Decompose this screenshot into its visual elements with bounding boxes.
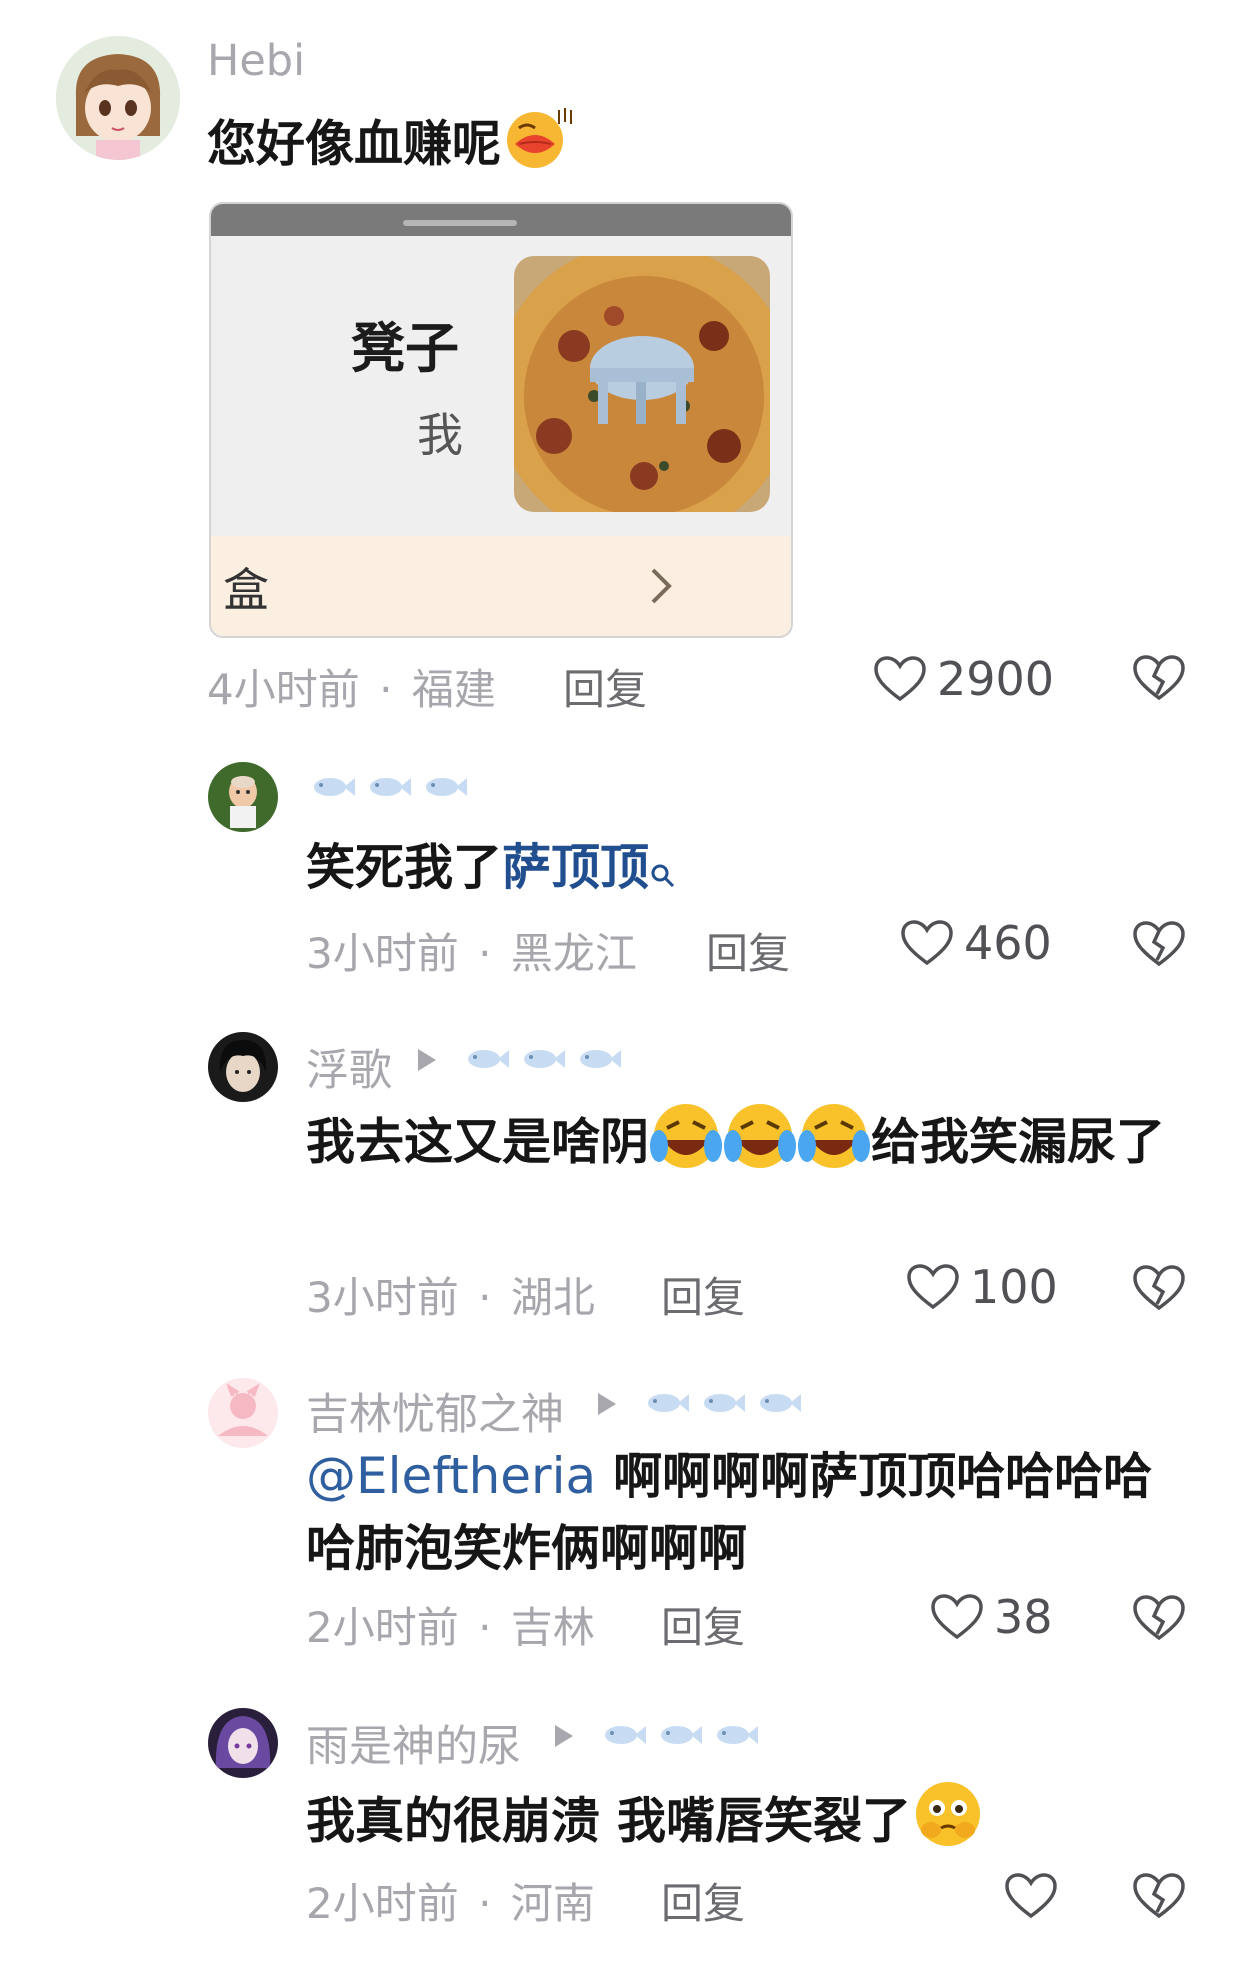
comment-meta: 2小时前 · 河南 (306, 1870, 595, 1931)
comment-meta: 4小时前 · 福建 (207, 656, 496, 717)
reply-button[interactable]: 回复 (661, 1264, 745, 1325)
username[interactable]: 吉林忧郁之神 (306, 1380, 564, 1442)
laughing-crying-emoji-icon (797, 1100, 871, 1190)
comment-meta: 3小时前 · 黑龙江 (306, 920, 637, 981)
fish-icon (717, 1726, 758, 1744)
comment-meta: 3小时前 · 湖北 (306, 1264, 595, 1325)
play-triangle-icon (555, 1725, 573, 1747)
username[interactable]: Hebi (207, 36, 305, 86)
avatar[interactable] (208, 1708, 278, 1778)
heart-icon (874, 656, 926, 701)
like-count: 460 (964, 916, 1052, 970)
fish-icon (704, 1394, 745, 1412)
comment-meta: 2小时前 · 吉林 (306, 1594, 595, 1655)
comment-text-content: 我真的很崩溃 我嘴唇笑裂了 (306, 1792, 912, 1850)
fish-icon (314, 778, 355, 796)
timestamp: 3小时前 (306, 1273, 459, 1322)
comment-text-content: 给我笑漏尿了 (871, 1113, 1166, 1171)
image-subtitle: 我 (417, 408, 463, 462)
heart-icon (901, 920, 953, 965)
reply-button[interactable]: 回复 (706, 920, 790, 981)
separator: · (478, 1273, 492, 1322)
location: 河南 (510, 1879, 595, 1928)
fish-icon (370, 778, 411, 796)
broken-heart-icon[interactable] (1132, 654, 1185, 704)
like-button[interactable]: 460 (900, 916, 1052, 970)
comment-text: @Eleftheria 啊啊啊啊萨顶顶哈哈哈哈哈肺泡笑炸俩啊啊啊 (306, 1440, 1186, 1585)
location: 湖北 (510, 1273, 595, 1322)
heart-icon (1005, 1873, 1057, 1918)
chevron-right-icon (647, 564, 677, 612)
fan-badge (597, 1720, 759, 1750)
fish-icon (605, 1726, 646, 1744)
fish-icon (580, 1050, 621, 1068)
like-count: 38 (994, 1590, 1053, 1644)
location: 吉林 (510, 1603, 595, 1652)
fish-icon (524, 1050, 565, 1068)
username[interactable]: 浮歌 (306, 1036, 392, 1098)
timestamp: 2小时前 (306, 1603, 459, 1652)
holding-back-tears-emoji-icon (911, 1778, 985, 1870)
avatar[interactable] (56, 36, 180, 160)
avatar[interactable] (208, 1378, 278, 1448)
comment-text-content: 我去这又是啥阴 (306, 1113, 650, 1171)
avatar[interactable] (208, 1032, 278, 1102)
comment-text: 您好像血赚呢 (207, 104, 1107, 190)
separator: · (478, 1603, 492, 1652)
comment-text-content: 笑死我了 (306, 839, 503, 896)
broken-heart-icon[interactable] (1132, 1594, 1185, 1644)
image-title: 凳子 (351, 317, 459, 380)
pizza-picture (514, 256, 770, 512)
comment-text: 我去这又是啥阴 给我笑漏尿了 (306, 1100, 1186, 1190)
kiss-emoji-icon (501, 104, 575, 190)
laughing-crying-emoji-icon (649, 1100, 723, 1190)
like-button[interactable]: 38 (930, 1590, 1053, 1644)
username[interactable]: 雨是神的尿 (306, 1712, 521, 1774)
broken-heart-icon[interactable] (1132, 1264, 1185, 1314)
broken-heart-icon[interactable] (1132, 920, 1185, 970)
comment-text-content: 您好像血赚呢 (207, 115, 502, 173)
fish-icon (760, 1394, 801, 1412)
mention-link[interactable]: @Eleftheria (306, 1447, 596, 1505)
fish-icon (468, 1050, 509, 1068)
separator: · (379, 665, 393, 714)
attached-image[interactable]: 凳子 我 盒 (209, 202, 793, 638)
location: 黑龙江 (510, 929, 637, 978)
like-count: 2900 (937, 652, 1055, 706)
play-triangle-icon (598, 1393, 616, 1415)
reply-button[interactable]: 回复 (661, 1594, 745, 1655)
comment-text: 我真的很崩溃 我嘴唇笑裂了 (306, 1778, 1206, 1870)
heart-icon (931, 1594, 983, 1639)
like-button[interactable]: 2900 (873, 652, 1054, 706)
image-bottom-text: 盒 (223, 563, 269, 617)
separator: · (478, 929, 492, 978)
broken-heart-icon[interactable] (1132, 1872, 1185, 1922)
like-count: 100 (970, 1260, 1058, 1314)
play-triangle-icon (418, 1049, 436, 1071)
timestamp: 4小时前 (207, 665, 360, 714)
location: 福建 (411, 665, 496, 714)
like-button[interactable]: 100 (906, 1260, 1058, 1314)
separator: · (478, 1879, 492, 1928)
avatar[interactable] (208, 762, 278, 832)
fish-icon (426, 778, 467, 796)
search-icon[interactable] (649, 838, 677, 910)
reply-button[interactable]: 回复 (661, 1870, 745, 1931)
timestamp: 3小时前 (306, 929, 459, 978)
laughing-crying-emoji-icon (723, 1100, 797, 1190)
topic-link[interactable]: 萨顶顶 (502, 839, 649, 896)
fan-badge (306, 772, 468, 802)
timestamp: 2小时前 (306, 1879, 459, 1928)
heart-icon (907, 1264, 959, 1309)
comment-text: 笑死我了萨顶顶 (306, 832, 1186, 910)
fan-badge (640, 1388, 802, 1418)
reply-button[interactable]: 回复 (563, 656, 647, 717)
like-button[interactable] (1004, 1872, 1068, 1920)
fish-icon (648, 1394, 689, 1412)
fish-icon (661, 1726, 702, 1744)
fan-badge (460, 1044, 622, 1074)
